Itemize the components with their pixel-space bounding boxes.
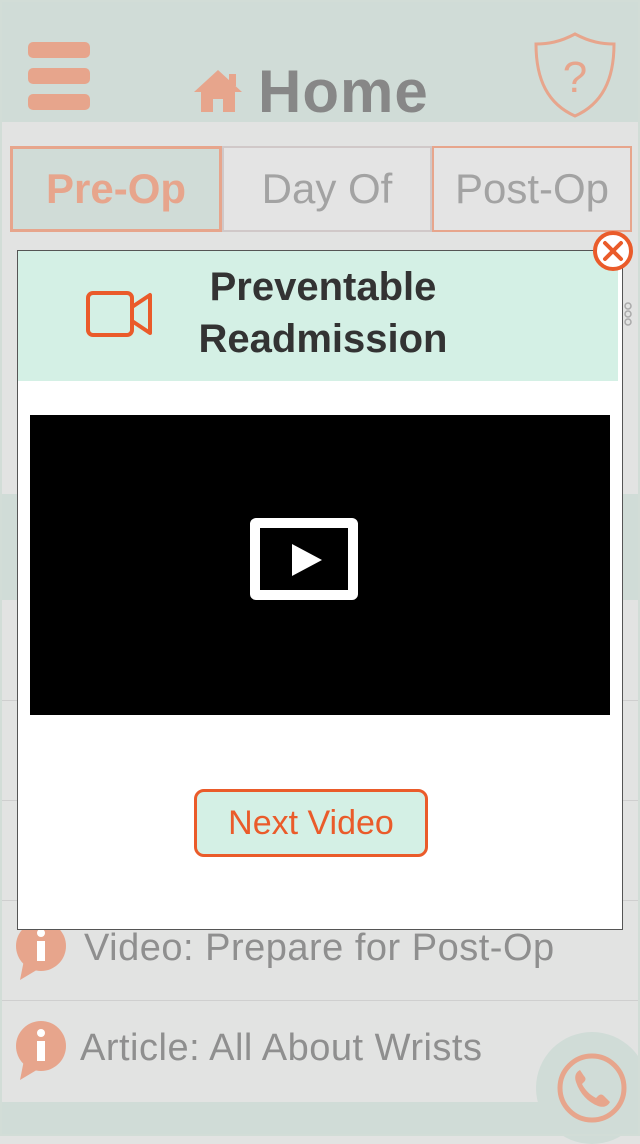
menu-bar [28, 94, 90, 110]
menu-button[interactable] [28, 42, 92, 112]
list-item-label: Video: Prepare for Post-Op [84, 926, 555, 969]
home-icon [194, 70, 242, 112]
modal-title-line: Preventable [209, 265, 437, 309]
svg-text:?: ? [563, 53, 587, 102]
help-shield-icon[interactable]: ? [532, 30, 618, 120]
info-icon [16, 1021, 66, 1080]
video-camera-icon [86, 291, 152, 337]
tab-post-op[interactable]: Post-Op [432, 146, 632, 232]
modal-header: Preventable Readmission [18, 251, 618, 381]
list-item-label: Article: All About Wrists [80, 1026, 483, 1069]
modal-title-line: Readmission [198, 317, 448, 361]
header-title: Home [192, 56, 429, 126]
play-icon [292, 544, 322, 576]
page-title: Home [258, 57, 429, 125]
close-icon[interactable] [592, 230, 634, 272]
video-player[interactable] [30, 415, 610, 715]
video-modal: Preventable Readmission Next Video [17, 250, 623, 930]
play-button[interactable] [250, 518, 358, 600]
modal-title: Preventable Readmission [158, 261, 488, 365]
phase-tabs: Pre-Op Day Of Post-Op [10, 146, 632, 234]
menu-bar [28, 68, 90, 84]
phone-icon [557, 1053, 627, 1123]
menu-bar [28, 42, 90, 58]
tab-pre-op[interactable]: Pre-Op [10, 146, 222, 232]
next-video-button[interactable]: Next Video [194, 789, 428, 857]
app-header: Home ? [0, 0, 640, 125]
call-button[interactable] [536, 1032, 640, 1144]
tab-day-of[interactable]: Day Of [222, 146, 432, 232]
